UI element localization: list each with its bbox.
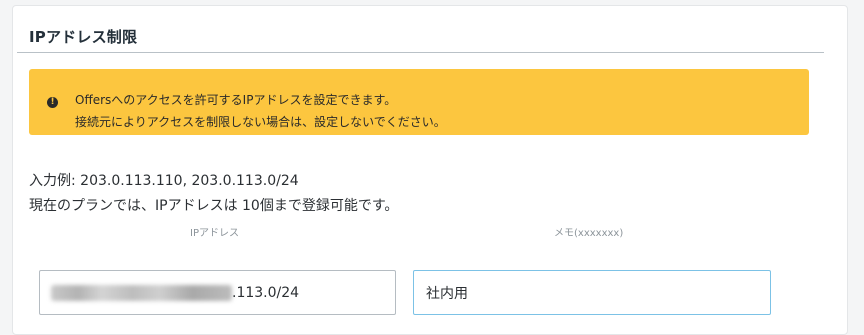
- column-header-memo: メモ(xxxxxxx): [554, 228, 624, 239]
- column-header-ip: IPアドレス: [190, 228, 239, 239]
- title-divider: [17, 52, 824, 53]
- warning-alert: ! Offersへのアクセスを許可するIPアドレスを設定できます。 接続元により…: [29, 69, 809, 135]
- exclamation-icon: !: [47, 97, 58, 108]
- input-example-text: 入力例: 203.0.113.110, 203.0.113.0/24: [29, 173, 299, 189]
- alert-message-line2: 接続元によりアクセスを制限しない場合は、設定しないでください。: [75, 115, 446, 129]
- memo-input[interactable]: [413, 270, 771, 315]
- plan-limit-text: 現在のプランでは、IPアドレスは 10個まで登録可能です。: [29, 198, 399, 214]
- alert-message-line1: Offersへのアクセスを許可するIPアドレスを設定できます。: [75, 93, 397, 107]
- ip-address-input[interactable]: [39, 270, 396, 315]
- section-title: IPアドレス制限: [29, 28, 138, 46]
